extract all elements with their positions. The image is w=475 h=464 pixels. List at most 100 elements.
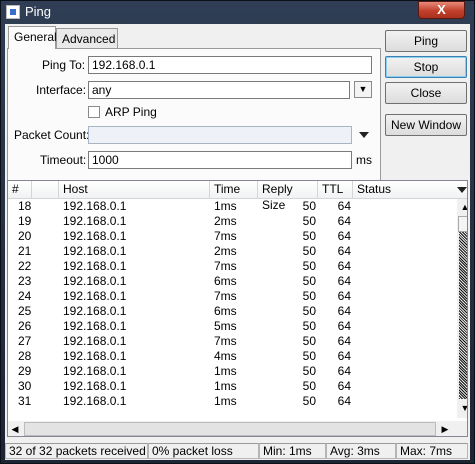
column-header-status[interactable]: Status bbox=[353, 181, 453, 198]
scroll-up-icon[interactable]: ▲ bbox=[457, 199, 467, 215]
interface-select[interactable]: any bbox=[88, 81, 350, 99]
cell-host: 192.168.0.1 bbox=[63, 304, 127, 318]
status-packet-loss: 0% packet loss bbox=[148, 443, 259, 459]
cell-host: 192.168.0.1 bbox=[63, 364, 127, 378]
table-row[interactable]: 29 192.168.0.1 1ms 50 64 bbox=[8, 364, 454, 379]
table-row[interactable]: 28 192.168.0.1 4ms 50 64 bbox=[8, 349, 454, 364]
app-icon bbox=[6, 5, 20, 19]
table-row[interactable]: 23 192.168.0.1 6ms 50 64 bbox=[8, 274, 454, 289]
table-row[interactable]: 25 192.168.0.1 6ms 50 64 bbox=[8, 304, 454, 319]
table-row[interactable]: 20 192.168.0.1 7ms 50 64 bbox=[8, 229, 454, 244]
cell-host: 192.168.0.1 bbox=[63, 334, 127, 348]
cell-num: 31 bbox=[18, 394, 32, 408]
cell-host: 192.168.0.1 bbox=[63, 214, 127, 228]
horizontal-scroll-thumb[interactable] bbox=[24, 422, 436, 436]
tab-advanced[interactable]: Advanced bbox=[56, 28, 118, 48]
vertical-scrollbar[interactable]: ▲ ▼ bbox=[457, 199, 467, 418]
cell-time: 4ms bbox=[214, 349, 237, 363]
cell-time: 1ms bbox=[214, 379, 237, 393]
scroll-right-icon[interactable]: ▶ bbox=[438, 421, 452, 436]
cell-ttl: 64 bbox=[337, 244, 351, 258]
cell-num: 23 bbox=[18, 274, 32, 288]
cell-num: 24 bbox=[18, 289, 32, 303]
cell-num: 19 bbox=[18, 214, 32, 228]
cell-host: 192.168.0.1 bbox=[63, 289, 127, 303]
scroll-down-icon[interactable]: ▼ bbox=[457, 400, 467, 416]
column-header-ttl[interactable]: TTL bbox=[318, 181, 353, 198]
cell-size: 50 bbox=[302, 334, 316, 348]
table-row[interactable]: 31 192.168.0.1 1ms 50 64 bbox=[8, 394, 454, 409]
cell-status bbox=[357, 289, 452, 304]
cell-ttl: 64 bbox=[337, 319, 351, 333]
interface-dropdown-button[interactable]: ▼ bbox=[354, 81, 372, 98]
table-row[interactable]: 24 192.168.0.1 7ms 50 64 bbox=[8, 289, 454, 304]
cell-size: 50 bbox=[302, 304, 316, 318]
table-header: # Host Time Reply Size TTL Status bbox=[8, 181, 467, 212]
horizontal-scrollbar[interactable]: ◀ ▶ bbox=[8, 421, 467, 436]
ping-button[interactable]: Ping bbox=[385, 30, 467, 52]
arp-ping-checkbox[interactable] bbox=[88, 106, 100, 118]
status-packets-received: 32 of 32 packets received bbox=[5, 443, 148, 459]
column-header-number[interactable]: # bbox=[8, 181, 32, 198]
column-header-host[interactable]: Host bbox=[59, 181, 210, 198]
close-button[interactable]: Close bbox=[385, 82, 467, 104]
column-header-time[interactable]: Time bbox=[210, 181, 258, 198]
ping-to-field[interactable]: 192.168.0.1 bbox=[88, 56, 372, 74]
packet-count-label: Packet Count: bbox=[14, 128, 90, 142]
cell-time: 7ms bbox=[214, 289, 237, 303]
cell-ttl: 64 bbox=[337, 199, 351, 213]
cell-host: 192.168.0.1 bbox=[63, 199, 127, 213]
table-row[interactable]: 21 192.168.0.1 2ms 50 64 bbox=[8, 244, 454, 259]
column-header-reply-size[interactable]: Reply Size bbox=[258, 181, 318, 212]
table-row[interactable]: 30 192.168.0.1 1ms 50 64 bbox=[8, 379, 454, 394]
cell-status bbox=[357, 379, 452, 394]
cell-status bbox=[357, 229, 452, 244]
cell-ttl: 64 bbox=[337, 274, 351, 288]
table-row[interactable]: 26 192.168.0.1 5ms 50 64 bbox=[8, 319, 454, 334]
status-bar: 32 of 32 packets received 0% packet loss… bbox=[5, 441, 470, 460]
window-client: General Advanced Ping To: 192.168.0.1 In… bbox=[5, 24, 470, 460]
table-row[interactable]: 22 192.168.0.1 7ms 50 64 bbox=[8, 259, 454, 274]
column-header-blank[interactable] bbox=[32, 181, 59, 198]
cell-ttl: 64 bbox=[337, 334, 351, 348]
cell-num: 21 bbox=[18, 244, 32, 258]
cell-host: 192.168.0.1 bbox=[63, 394, 127, 408]
cell-num: 28 bbox=[18, 349, 32, 363]
ping-window: Ping X General Advanced Ping To: 192.168… bbox=[0, 0, 475, 464]
tab-general[interactable]: General bbox=[8, 26, 57, 49]
cell-size: 50 bbox=[302, 199, 316, 213]
cell-ttl: 64 bbox=[337, 304, 351, 318]
new-window-button[interactable]: New Window bbox=[385, 114, 467, 136]
cell-host: 192.168.0.1 bbox=[63, 349, 127, 363]
cell-status bbox=[357, 319, 452, 334]
cell-host: 192.168.0.1 bbox=[63, 319, 127, 333]
timeout-field[interactable]: 1000 bbox=[88, 151, 352, 169]
window-close-button[interactable]: X bbox=[418, 1, 465, 19]
cell-host: 192.168.0.1 bbox=[63, 244, 127, 258]
cell-num: 27 bbox=[18, 334, 32, 348]
cell-status bbox=[357, 334, 452, 349]
column-menu-icon[interactable] bbox=[457, 187, 467, 193]
scroll-track[interactable] bbox=[459, 216, 467, 399]
cell-size: 50 bbox=[302, 289, 316, 303]
cell-status bbox=[357, 349, 452, 364]
chevron-down-icon[interactable] bbox=[359, 132, 369, 138]
cell-time: 7ms bbox=[214, 229, 237, 243]
cell-time: 1ms bbox=[214, 394, 237, 408]
chevron-down-icon: ▼ bbox=[358, 84, 368, 94]
general-tab-panel: Ping To: 192.168.0.1 Interface: any ▼ AR… bbox=[7, 48, 381, 198]
packet-count-field[interactable] bbox=[88, 126, 352, 144]
scroll-thumb[interactable] bbox=[458, 216, 467, 232]
table-row[interactable]: 18 192.168.0.1 1ms 50 64 bbox=[8, 199, 454, 214]
cell-time: 7ms bbox=[214, 334, 237, 348]
table-row[interactable]: 27 192.168.0.1 7ms 50 64 bbox=[8, 334, 454, 349]
cell-time: 6ms bbox=[214, 274, 237, 288]
scroll-left-icon[interactable]: ◀ bbox=[8, 421, 22, 436]
cell-size: 50 bbox=[302, 274, 316, 288]
stop-button[interactable]: Stop bbox=[385, 56, 467, 78]
cell-num: 22 bbox=[18, 259, 32, 273]
title-bar[interactable]: Ping X bbox=[1, 1, 474, 23]
table-row[interactable]: 19 192.168.0.1 2ms 50 64 bbox=[8, 214, 454, 229]
cell-size: 50 bbox=[302, 379, 316, 393]
cell-ttl: 64 bbox=[337, 259, 351, 273]
